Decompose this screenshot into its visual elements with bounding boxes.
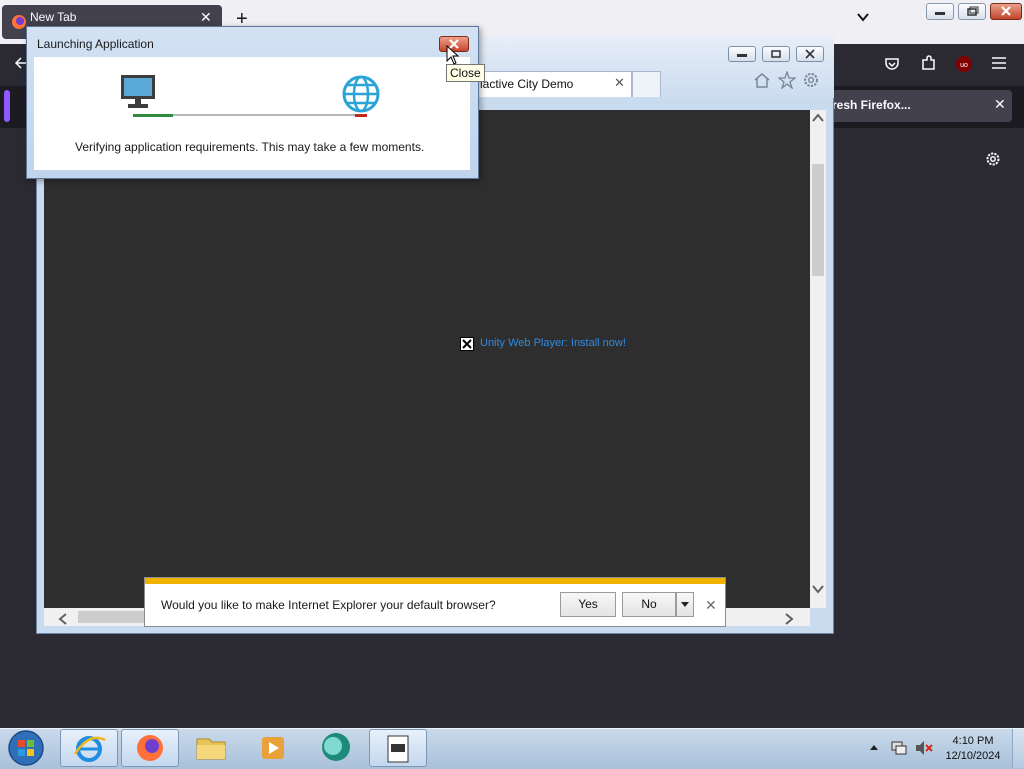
chevron-down-icon[interactable] bbox=[856, 10, 870, 24]
firefox-restore-button[interactable] bbox=[958, 3, 986, 20]
unity-install-link[interactable]: Unity Web Player: Install now! bbox=[480, 337, 626, 349]
gear-icon[interactable] bbox=[984, 150, 1002, 168]
firefox-tab-close-icon[interactable]: ✕ bbox=[200, 9, 212, 26]
dialog-title: Launching Application bbox=[37, 37, 154, 51]
scroll-up-arrow-icon[interactable] bbox=[811, 113, 825, 123]
close-tooltip: Close bbox=[446, 64, 485, 82]
ie-new-tab-button[interactable] bbox=[632, 71, 661, 97]
notification-close-icon[interactable]: ✕ bbox=[705, 597, 717, 614]
mouse-pointer-icon bbox=[446, 45, 460, 65]
ie-horizontal-scroll-thumb[interactable] bbox=[78, 611, 144, 623]
home-icon[interactable] bbox=[753, 72, 771, 88]
connection-line bbox=[155, 114, 365, 116]
ie-vertical-scroll-thumb[interactable] bbox=[812, 164, 824, 276]
local-status-indicator bbox=[133, 114, 173, 117]
favorites-star-icon[interactable] bbox=[778, 71, 796, 89]
dialog-message: Verifying application requirements. This… bbox=[75, 140, 425, 154]
scroll-left-arrow-icon[interactable] bbox=[58, 612, 68, 626]
notification-yes-button[interactable]: Yes bbox=[560, 592, 616, 617]
svg-text:uo: uo bbox=[960, 62, 968, 69]
firefox-tab-title: New Tab bbox=[30, 10, 77, 24]
ie-tab-label[interactable]: lactive City Demo bbox=[480, 77, 573, 91]
firefox-accent-strip bbox=[4, 90, 10, 122]
remote-status-indicator bbox=[355, 114, 367, 117]
show-desktop-button[interactable] bbox=[1012, 729, 1024, 768]
show-hidden-icons-icon[interactable] bbox=[868, 742, 880, 752]
clock-date: 12/10/2024 bbox=[945, 750, 1001, 762]
taskbar-media-player[interactable] bbox=[244, 729, 302, 767]
taskbar-application-window[interactable] bbox=[369, 729, 427, 767]
firefox-logo-icon bbox=[11, 14, 27, 30]
ie-restore-button[interactable] bbox=[762, 46, 790, 62]
taskbar-file-explorer[interactable] bbox=[183, 729, 241, 767]
system-clock[interactable]: 4:10 PM 12/10/2024 bbox=[942, 734, 1004, 764]
firefox-banner-close-icon[interactable]: ✕ bbox=[994, 96, 1006, 113]
ie-close-button[interactable] bbox=[796, 46, 824, 62]
ublock-origin-icon[interactable]: uo bbox=[955, 55, 973, 73]
notification-accent-stripe bbox=[145, 578, 725, 584]
start-button[interactable] bbox=[6, 729, 46, 767]
ie-settings-gear-icon[interactable] bbox=[802, 71, 820, 89]
taskbar-app-circle[interactable] bbox=[306, 729, 364, 767]
extensions-icon[interactable] bbox=[920, 55, 937, 72]
computer-icon bbox=[119, 73, 157, 111]
ie-tab-close-icon[interactable]: ✕ bbox=[614, 75, 625, 91]
pocket-icon[interactable] bbox=[884, 56, 900, 72]
network-icon[interactable] bbox=[890, 739, 908, 757]
ie-page-content[interactable] bbox=[44, 110, 810, 608]
taskbar-internet-explorer[interactable] bbox=[60, 729, 118, 767]
taskbar-firefox[interactable] bbox=[121, 729, 179, 767]
notification-message: Would you like to make Internet Explorer… bbox=[161, 598, 496, 612]
notification-no-button[interactable]: No bbox=[622, 592, 676, 617]
firefox-minimize-button[interactable] bbox=[926, 3, 954, 20]
clock-time: 4:10 PM bbox=[952, 735, 994, 747]
scroll-right-arrow-icon[interactable] bbox=[784, 612, 794, 626]
volume-muted-icon[interactable] bbox=[914, 739, 934, 757]
firefox-refresh-label[interactable]: resh Firefox... bbox=[832, 98, 911, 112]
notification-options-dropdown[interactable] bbox=[676, 592, 694, 617]
broken-plugin-icon[interactable] bbox=[460, 337, 474, 351]
hamburger-menu-icon[interactable] bbox=[992, 57, 1006, 69]
globe-icon bbox=[341, 74, 381, 114]
scroll-down-arrow-icon[interactable] bbox=[811, 584, 825, 594]
firefox-close-button[interactable] bbox=[990, 3, 1022, 20]
ie-minimize-button[interactable] bbox=[728, 46, 756, 62]
